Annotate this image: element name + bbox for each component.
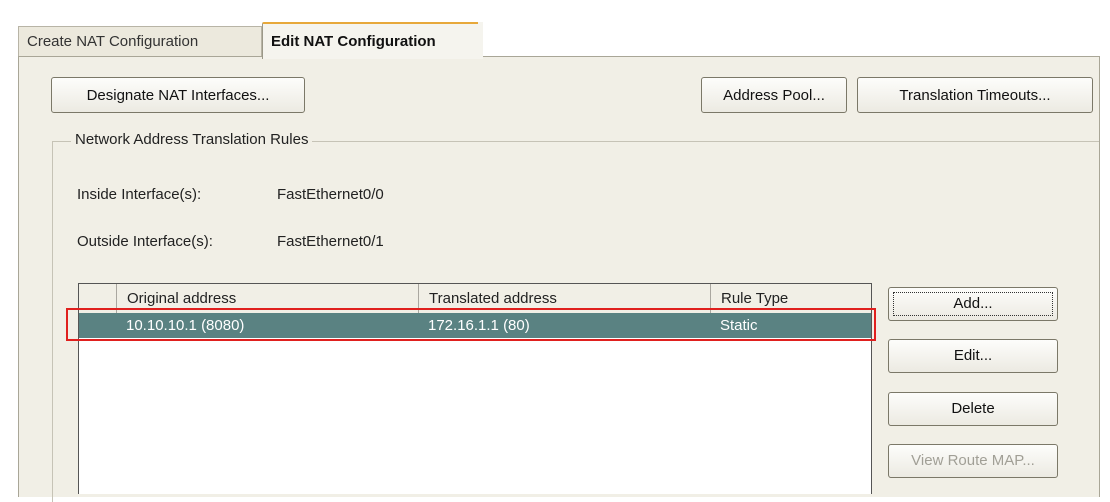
inside-interfaces-label: Inside Interface(s): (77, 186, 202, 203)
column-header-translated-address[interactable]: Translated address (418, 284, 710, 313)
tab-edit-nat-configuration[interactable]: Edit NAT Configuration (262, 22, 490, 59)
table-header-corner (79, 284, 116, 313)
add-rule-button[interactable]: Add... (888, 287, 1058, 321)
address-pool-button[interactable]: Address Pool... (701, 77, 847, 113)
designate-nat-interfaces-button[interactable]: Designate NAT Interfaces... (51, 77, 305, 113)
delete-rule-button[interactable]: Delete (888, 392, 1058, 426)
nat-rules-table: Original address Translated address Rule… (78, 283, 872, 494)
column-header-rule-type[interactable]: Rule Type (710, 284, 871, 313)
table-header: Original address Translated address Rule… (79, 284, 871, 314)
edit-rule-button[interactable]: Edit... (888, 339, 1058, 373)
nat-rules-group-title: Network Address Translation Rules (71, 131, 313, 148)
view-route-map-button: View Route MAP... (888, 444, 1058, 478)
tab-create-nat-configuration[interactable]: Create NAT Configuration (18, 26, 262, 57)
edit-nat-panel: Designate NAT Interfaces... Address Pool… (18, 56, 1100, 502)
cell-rule-type: Static (720, 317, 758, 334)
row-header-cell (79, 313, 116, 338)
inside-interfaces-value: FastEthernet0/0 (277, 186, 384, 203)
column-header-original-address[interactable]: Original address (116, 284, 418, 313)
outside-interfaces-value: FastEthernet0/1 (277, 233, 384, 250)
cell-translated-address: 172.16.1.1 (80) (428, 317, 530, 334)
translation-timeouts-button[interactable]: Translation Timeouts... (857, 77, 1093, 113)
cell-original-address: 10.10.10.1 (8080) (126, 317, 245, 334)
table-row[interactable]: 10.10.10.1 (8080) 172.16.1.1 (80) Static (79, 313, 871, 338)
focus-ring (893, 292, 1053, 316)
outside-interfaces-label: Outside Interface(s): (77, 233, 213, 250)
